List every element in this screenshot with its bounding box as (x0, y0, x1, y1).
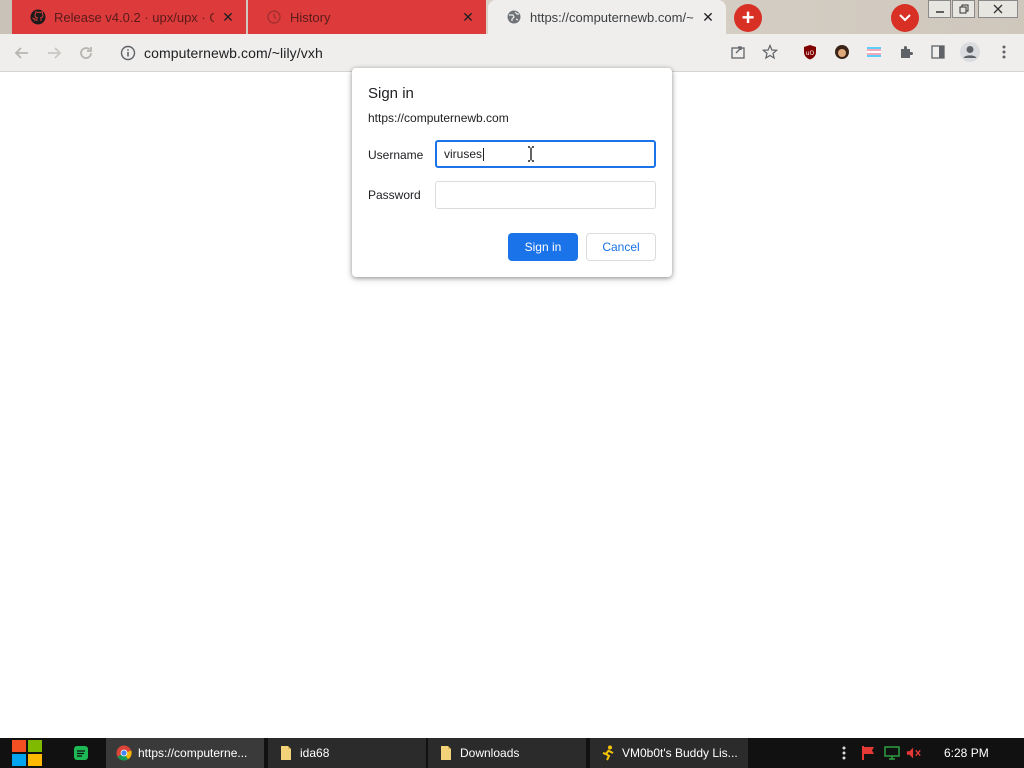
network-icon[interactable] (884, 745, 900, 761)
share-icon[interactable] (728, 42, 748, 62)
minimize-button[interactable] (928, 0, 951, 18)
plus-icon: + (741, 5, 755, 30)
url-text: computernewb.com/~lily/vxh (144, 45, 323, 61)
close-window-icon (993, 4, 1003, 14)
bookmark-star-icon[interactable] (760, 42, 780, 62)
puzzle-extensions-icon[interactable] (896, 42, 916, 62)
tray-overflow-icon[interactable] (836, 745, 852, 761)
side-panel-icon[interactable] (928, 42, 948, 62)
restore-button[interactable] (952, 0, 975, 18)
new-tab-button[interactable]: + (734, 4, 762, 32)
reload-icon (80, 47, 92, 59)
restore-icon (959, 4, 968, 14)
forward-arrow-icon (48, 47, 62, 59)
tab-release-upx[interactable]: Release v4.0.2 · upx/upx · G ✕ (12, 0, 246, 34)
flag-icon[interactable] (860, 745, 876, 761)
taskbar-item-ida68[interactable]: ida68 (268, 738, 426, 768)
forward-button[interactable] (42, 41, 66, 65)
chevron-down-icon (899, 14, 911, 22)
address-bar[interactable]: computernewb.com/~lily/vxh (110, 38, 790, 68)
tab-search-button[interactable] (891, 4, 919, 32)
username-label: Username (368, 148, 424, 162)
history-icon (266, 9, 282, 25)
close-icon[interactable]: ✕ (460, 9, 476, 25)
close-icon[interactable]: ✕ (700, 9, 716, 25)
folder-icon (438, 745, 454, 761)
taskbar-item-downloads[interactable]: Downloads (428, 738, 586, 768)
browser-toolbar: computernewb.com/~lily/vxh uO (0, 34, 1024, 72)
http-auth-dialog: Sign in https://computernewb.com Usernam… (352, 68, 672, 277)
volume-muted-icon[interactable] (906, 745, 922, 761)
globe-icon (506, 9, 522, 25)
account-icon[interactable] (958, 40, 982, 64)
taskbar-item-label: VM0b0t's Buddy Lis... (622, 746, 738, 760)
dialog-origin: https://computernewb.com (368, 111, 509, 125)
ublock-origin-icon[interactable]: uO (800, 42, 820, 62)
folder-icon (278, 745, 294, 761)
minimize-icon (935, 11, 944, 13)
close-window-button[interactable] (978, 0, 1018, 18)
taskbar-clock[interactable]: 6:28 PM (944, 738, 989, 768)
taskbar-item-label: Downloads (460, 746, 520, 760)
password-input[interactable] (435, 181, 656, 209)
aim-running-man-icon (600, 745, 616, 761)
sign-in-button[interactable]: Sign in (508, 233, 578, 261)
back-button[interactable] (10, 41, 34, 65)
back-arrow-icon (14, 47, 28, 59)
taskbar-item-label: https://computerne... (138, 746, 248, 760)
close-icon[interactable]: ✕ (220, 9, 236, 25)
ibeam-cursor-icon (528, 146, 534, 162)
taskbar-item-label: ida68 (300, 746, 330, 760)
windows-logo-icon (12, 740, 42, 766)
password-label: Password (368, 188, 421, 202)
spotify-app-icon[interactable] (72, 744, 90, 762)
taskbar-item-buddy-list[interactable]: VM0b0t's Buddy Lis... (590, 738, 748, 768)
taskbar: https://computerne... ida68 Downloads VM… (0, 738, 1024, 768)
username-value: viruses (444, 147, 483, 161)
text-caret (483, 147, 485, 161)
svg-text:uO: uO (806, 50, 815, 57)
reload-button[interactable] (74, 41, 98, 65)
tab-active-computernewb[interactable]: https://computernewb.com/~lily/vxh ✕ (488, 0, 726, 34)
start-button[interactable] (10, 738, 44, 768)
tab-title: https://computernewb.com/~lily/vxh (530, 9, 694, 25)
taskbar-item-chrome[interactable]: https://computerne... (106, 738, 264, 768)
dialog-title: Sign in (368, 85, 414, 102)
chrome-icon (116, 745, 132, 761)
tab-history[interactable]: History ✕ (248, 0, 486, 34)
profile-extension-icon[interactable] (832, 42, 852, 62)
more-menu-icon[interactable] (994, 42, 1014, 62)
username-input[interactable]: viruses (435, 140, 656, 168)
cancel-button[interactable]: Cancel (586, 233, 656, 261)
github-icon (30, 9, 46, 25)
tab-title: History (290, 9, 331, 25)
site-info-icon[interactable] (120, 45, 136, 61)
tab-title: Release v4.0.2 · upx/upx · G (54, 9, 214, 25)
tab-strip: Release v4.0.2 · upx/upx · G ✕ History ✕… (0, 0, 1024, 36)
flag-extension-icon[interactable] (864, 42, 884, 62)
